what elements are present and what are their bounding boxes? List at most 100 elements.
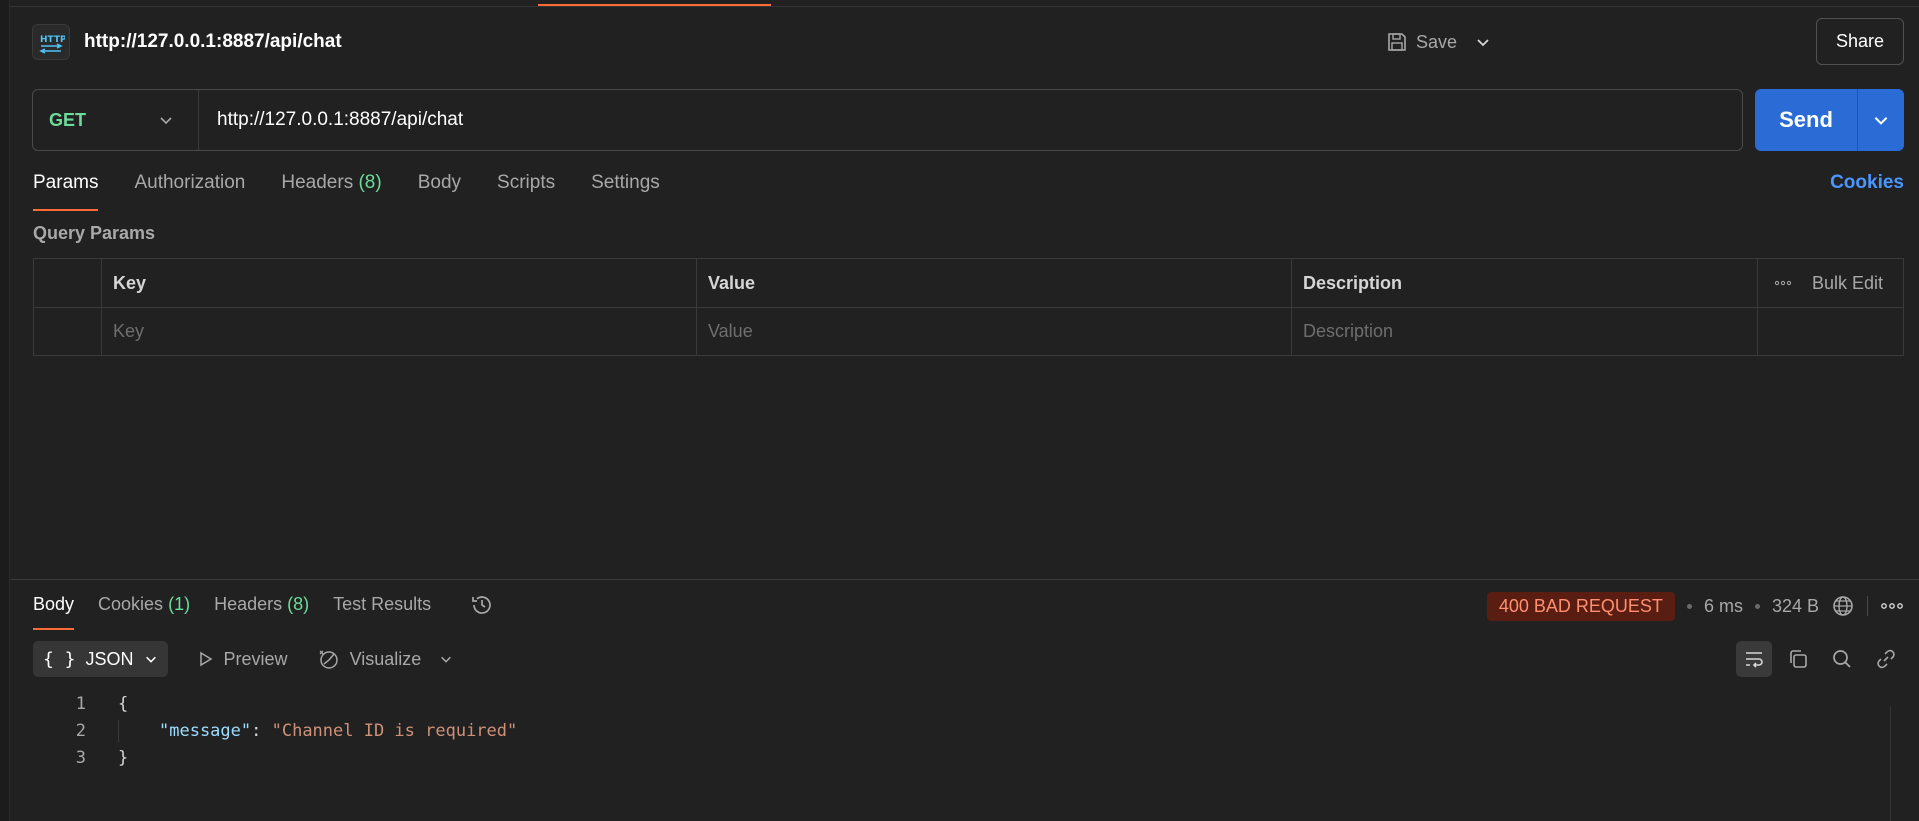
row-checkbox-cell: [34, 308, 102, 355]
request-tabs: Params Authorization Headers (8) Body Sc…: [33, 172, 696, 212]
column-header-key: Key: [102, 259, 697, 307]
response-tab-test-results[interactable]: Test Results: [333, 594, 431, 630]
tab-count: (8): [358, 172, 382, 193]
braces-icon: { }: [43, 648, 76, 670]
tab-label: Scripts: [497, 172, 556, 193]
method-select[interactable]: GET: [33, 90, 199, 150]
code-line: 3 }: [0, 744, 1880, 771]
code-line: 1 {: [0, 690, 1880, 717]
response-time[interactable]: 6 ms: [1704, 596, 1743, 617]
http-icon: HTTP: [32, 24, 70, 60]
tab-count: (1): [168, 594, 191, 614]
visualize-label: Visualize: [349, 648, 422, 669]
line-number: 3: [75, 747, 86, 768]
format-select[interactable]: { } JSON: [33, 641, 168, 677]
url-bar: GET http://127.0.0.1:8887/api/chat: [32, 89, 1743, 151]
copy-button[interactable]: [1780, 641, 1816, 677]
active-tab-indicator: [538, 4, 771, 6]
save-button[interactable]: Save: [1380, 20, 1463, 64]
response-tabs: Body Cookies (1) Headers (8) Test Result…: [33, 594, 495, 630]
search-icon: [1833, 650, 1851, 668]
response-body-code[interactable]: 1 { 2 "message": "Channel ID is required…: [0, 690, 1880, 771]
checkbox-column-header: [34, 259, 102, 307]
table-row: Key Value Description: [34, 307, 1903, 355]
preview-button[interactable]: Preview: [196, 649, 288, 670]
history-icon[interactable]: [469, 592, 495, 618]
share-button[interactable]: Share: [1816, 18, 1904, 65]
response-tab-cookies[interactable]: Cookies (1): [98, 594, 190, 630]
bulk-edit-cell: Bulk Edit: [1758, 259, 1903, 307]
globe-icon[interactable]: [1831, 594, 1855, 618]
tab-scripts[interactable]: Scripts: [497, 172, 555, 212]
request-title[interactable]: http://127.0.0.1:8887/api/chat: [84, 31, 342, 53]
svg-text:HTTP: HTTP: [40, 35, 65, 45]
code-text: {: [118, 693, 129, 714]
tab-settings[interactable]: Settings: [591, 172, 660, 212]
vertical-scrollbar[interactable]: [1890, 706, 1904, 821]
status-badge[interactable]: 400 BAD REQUEST: [1486, 591, 1675, 621]
save-icon: [1388, 33, 1406, 51]
separator-dot: [1754, 603, 1760, 609]
send-options-button[interactable]: [1857, 89, 1904, 151]
response-size[interactable]: 324 B: [1772, 596, 1819, 617]
key-input[interactable]: Key: [102, 308, 697, 355]
method-label: GET: [49, 109, 87, 130]
request-header: HTTP http://127.0.0.1:8887/api/chat: [32, 24, 342, 60]
play-icon: [199, 651, 212, 667]
copy-icon: [1790, 650, 1807, 668]
divider: [1867, 596, 1868, 616]
table-header-row: Key Value Description Bulk Edit: [34, 259, 1903, 307]
tab-authorization[interactable]: Authorization: [134, 172, 245, 212]
response-toolbar: { } JSON Preview Visualize: [33, 641, 453, 677]
chevron-down-icon: [1874, 117, 1888, 125]
tab-label: Headers: [214, 594, 283, 614]
pane-splitter[interactable]: [10, 579, 1919, 580]
params-table: Key Value Description Bulk Edit Key Valu…: [33, 258, 1904, 356]
wrap-lines-button[interactable]: [1736, 641, 1772, 677]
response-tab-headers[interactable]: Headers (8): [214, 594, 309, 630]
search-button[interactable]: [1824, 641, 1860, 677]
save-label: Save: [1415, 31, 1457, 52]
response-meta: 400 BAD REQUEST 6 ms 324 B: [1486, 590, 1904, 622]
tab-bar-divider: [10, 6, 1919, 7]
tab-count: (8): [287, 594, 310, 614]
row-spacer-cell: [1758, 308, 1903, 355]
link-icon: [1877, 649, 1895, 669]
tab-params[interactable]: Params: [33, 172, 99, 212]
response-tab-body[interactable]: Body: [33, 594, 75, 630]
bulk-edit-button[interactable]: Bulk Edit: [1812, 273, 1883, 294]
code-text: }: [118, 747, 129, 768]
json-key: "message": [159, 720, 252, 741]
url-input[interactable]: http://127.0.0.1:8887/api/chat: [217, 109, 463, 131]
save-area: Save: [1380, 20, 1503, 64]
line-number: 2: [75, 720, 86, 741]
format-label: JSON: [85, 648, 134, 669]
visualize-options-button[interactable]: [439, 652, 453, 666]
value-input[interactable]: Value: [697, 308, 1292, 355]
line-number: 1: [75, 693, 86, 714]
visualize-button[interactable]: Visualize: [318, 648, 422, 670]
more-options-icon[interactable]: [1774, 280, 1792, 286]
description-input[interactable]: Description: [1292, 308, 1758, 355]
chevron-down-icon: [1477, 39, 1489, 47]
link-button[interactable]: [1868, 641, 1904, 677]
send-button[interactable]: Send: [1755, 89, 1857, 151]
chevron-down-icon: [160, 117, 172, 125]
cookies-link[interactable]: Cookies: [1830, 172, 1904, 194]
tab-label: Settings: [591, 172, 660, 193]
tab-headers[interactable]: Headers (8): [281, 172, 381, 212]
tab-label: Body: [417, 172, 462, 193]
response-tools: [1736, 641, 1904, 677]
code-line: 2 "message": "Channel ID is required": [0, 717, 1880, 744]
save-options-button[interactable]: [1463, 20, 1503, 64]
tab-label: Authorization: [134, 172, 246, 193]
more-options-icon[interactable]: [1880, 602, 1904, 610]
wrap-lines-icon: [1746, 652, 1763, 668]
column-header-value: Value: [697, 259, 1292, 307]
separator-dot: [1686, 603, 1692, 609]
tab-body[interactable]: Body: [418, 172, 461, 212]
json-colon: :: [251, 720, 272, 741]
tab-label: Body: [33, 594, 75, 614]
column-header-description: Description: [1292, 259, 1758, 307]
code-text: "message": "Channel ID is required": [118, 719, 517, 742]
